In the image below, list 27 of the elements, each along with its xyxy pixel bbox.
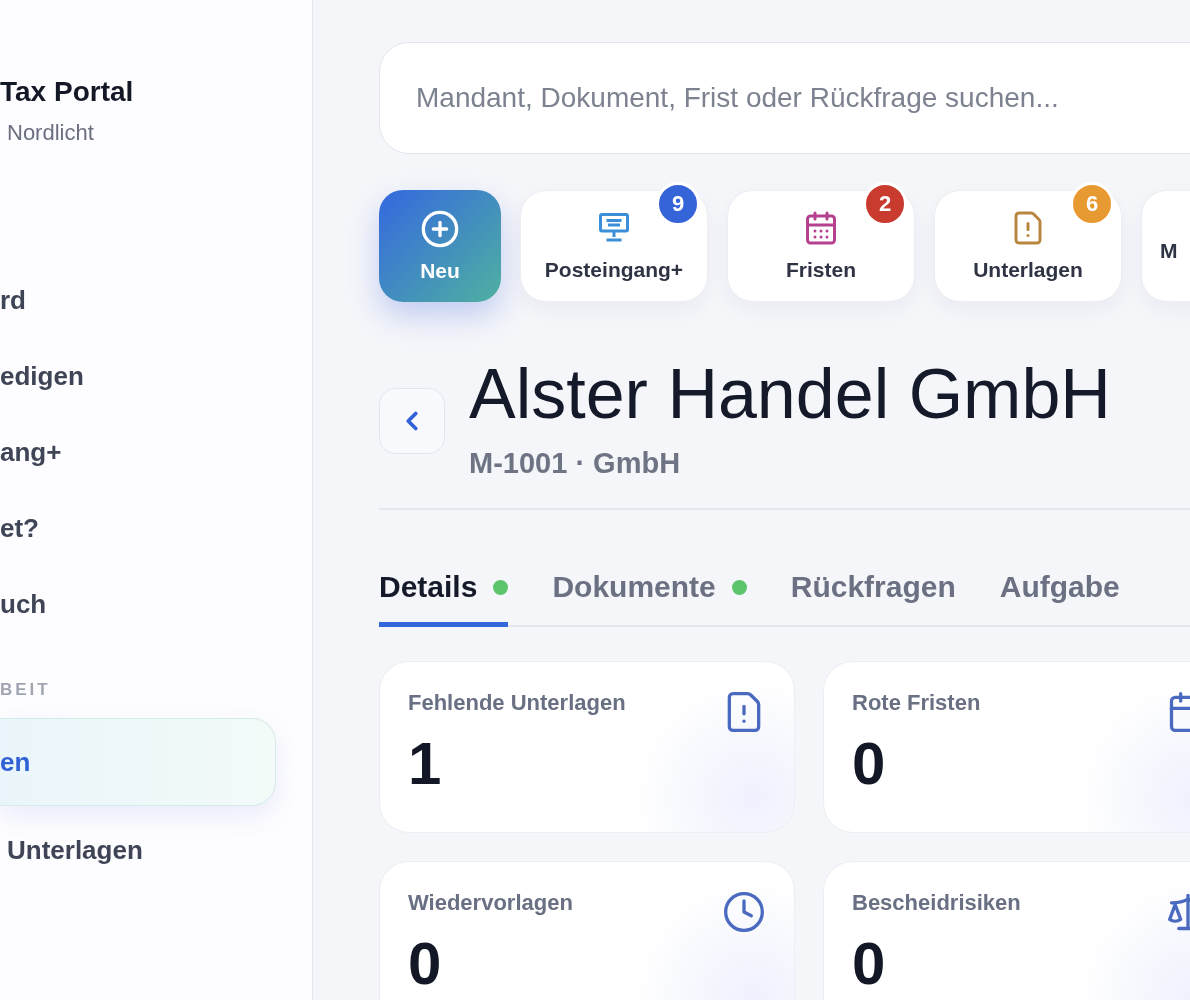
client-meta: M-1001 · GmbH — [469, 447, 682, 480]
search-field[interactable]: Mandant, Dokument, Frist oder Rückfrage suchen... — [379, 42, 1190, 154]
section-label: BEIT — [0, 680, 52, 700]
stat-label: Bescheidrisiken — [852, 890, 1021, 916]
stat-value: 0 — [852, 934, 887, 994]
calendar-icon — [803, 210, 839, 246]
quick-action-button[interactable]: M — [1141, 190, 1190, 302]
count-badge: 9 — [656, 182, 700, 226]
tab[interactable]: Rückfragen — [790, 570, 956, 627]
back-button[interactable] — [379, 388, 445, 454]
plus-icon — [420, 209, 460, 249]
tab[interactable]: Dokumente — [552, 570, 747, 627]
client-name: Alster Handel GmbH — [469, 356, 1111, 433]
brand-title: Tax Portal — [0, 76, 135, 108]
stat-label: Wiedervorlagen — [408, 890, 573, 916]
stat-label: Rote Fristen — [852, 690, 981, 716]
stat-value: 1 — [408, 734, 443, 794]
clock-icon — [722, 890, 766, 934]
count-badge: 6 — [1070, 182, 1114, 226]
brand-subtitle: Nordlicht — [7, 120, 95, 146]
stat-label: Fehlende Unterlagen — [408, 690, 626, 716]
tab[interactable]: Aufgabe — [999, 570, 1120, 627]
stat-value: 0 — [408, 934, 443, 994]
tab[interactable]: Details — [379, 570, 509, 627]
stat-value: 0 — [852, 734, 887, 794]
count-badge: 2 — [863, 182, 907, 226]
nav-item[interactable]: en — [0, 718, 276, 806]
